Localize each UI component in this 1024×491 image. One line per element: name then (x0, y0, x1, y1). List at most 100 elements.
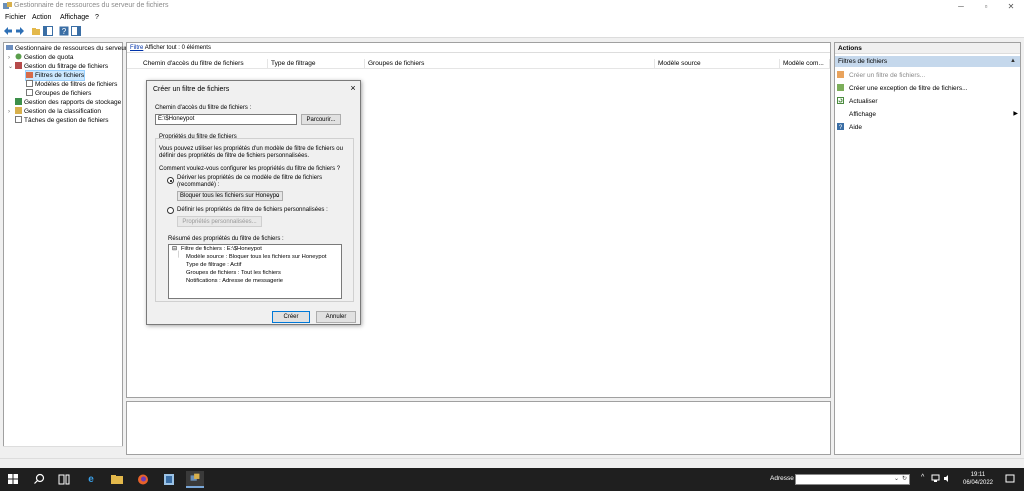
template-select[interactable]: Bloquer tous les fichiers sur Honeypo ⌄ (177, 191, 283, 201)
firefox-icon[interactable] (134, 471, 152, 488)
minimize-button[interactable]: ─ (950, 1, 972, 12)
filter-link[interactable]: Filtre (130, 45, 143, 51)
toolbar: ? (0, 24, 1024, 38)
actions-section-header[interactable]: Filtres de fichiers ▲ (835, 56, 1020, 67)
quota-icon (15, 53, 22, 60)
menu-affichage[interactable]: Affichage (60, 14, 89, 21)
console-tree: Gestionnaire de ressources du serveur › G… (3, 42, 127, 455)
status-bar (0, 458, 1024, 468)
menu-fichier[interactable]: Fichier (5, 14, 26, 21)
app-icon[interactable] (160, 471, 178, 488)
tree-item-file-groups[interactable]: Groupes de fichiers (26, 89, 91, 98)
tree-item-screen-templates[interactable]: Modèles de filtres de fichiers (26, 80, 117, 89)
derive-template-label-1: Dériver les propriétés de ce modèle de f… (177, 175, 323, 181)
dialog-title: Créer un filtre de fichiers (153, 86, 230, 93)
column-header-template-match[interactable]: Modèle com... (780, 59, 830, 69)
notifications-icon[interactable] (1005, 474, 1015, 484)
show-hidden-icons-icon[interactable]: ^ (921, 474, 924, 481)
back-icon[interactable] (3, 26, 13, 36)
task-view-icon[interactable] (55, 471, 73, 488)
search-icon[interactable] (30, 471, 48, 488)
app-icon (3, 2, 12, 9)
edge-icon[interactable]: e (82, 471, 100, 488)
custom-properties-button[interactable]: Propriétés personnalisées... (177, 216, 262, 227)
column-header-type[interactable]: Type de filtrage (268, 59, 365, 69)
summary-label: Résumé des propriétés du filtre de fichi… (168, 236, 284, 242)
action-create-screen[interactable]: Créer un filtre de fichiers... (837, 70, 925, 81)
tree-item-quota[interactable]: › Gestion de quota (8, 53, 74, 62)
maximize-button[interactable]: ▫ (975, 1, 997, 12)
close-window-button[interactable]: ✕ (1000, 1, 1022, 12)
tree-item-root[interactable]: Gestionnaire de ressources du serveur (6, 44, 127, 53)
volume-icon[interactable] (943, 474, 952, 483)
network-icon[interactable] (931, 474, 940, 483)
cancel-button[interactable]: Annuler (316, 311, 356, 323)
action-create-exception[interactable]: Créer une exception de filtre de fichier… (837, 83, 968, 94)
custom-properties-radio[interactable] (167, 207, 174, 214)
filter-bar: Filtre Afficher tout : 0 éléments (127, 43, 830, 53)
action-view[interactable]: Affichage ▶ (837, 109, 1020, 120)
window-title: Gestionnaire de ressources du serveur de… (14, 2, 169, 9)
view-icon (837, 110, 844, 117)
actions-header: Actions (835, 43, 1020, 54)
report-icon (15, 98, 22, 105)
create-button[interactable]: Créer (272, 311, 310, 323)
column-headers: Chemin d'accès du filtre de fichiers Typ… (127, 59, 830, 69)
svg-text:?: ? (62, 27, 67, 36)
refresh-icon (837, 97, 844, 104)
column-header-path[interactable]: Chemin d'accès du filtre de fichiers (140, 59, 268, 69)
collapse-section-icon[interactable]: ▲ (1010, 56, 1016, 67)
help-icon: ? (837, 123, 844, 130)
clock[interactable]: 19:11 06/04/2022 (958, 471, 998, 487)
show-hide-tree-icon[interactable] (43, 26, 53, 36)
menu-action[interactable]: Action (32, 14, 51, 21)
path-input[interactable]: E:\$Honeypot (155, 114, 297, 125)
up-folder-icon[interactable] (31, 26, 41, 36)
action-refresh[interactable]: Actualiser (837, 96, 878, 107)
summary-root: Filtre de fichiers : E:\$Honeypot (181, 246, 262, 252)
expand-icon[interactable]: › (8, 108, 15, 117)
clock-date: 06/04/2022 (962, 480, 994, 486)
configuration-question: Comment voulez-vous configurer les propr… (159, 166, 341, 172)
fsrm-taskbar-icon[interactable] (186, 471, 204, 488)
properties-description-2: définir des propriétés de filtre de fich… (159, 153, 310, 159)
start-icon[interactable] (4, 471, 22, 488)
collapse-icon[interactable]: ⌄ (8, 63, 15, 72)
menu-help[interactable]: ? (95, 14, 99, 21)
go-icon[interactable]: ↻ (902, 475, 907, 482)
show-hide-action-pane-icon[interactable] (71, 26, 81, 36)
tree-item-file-screens[interactable]: Filtres de fichiers (24, 70, 86, 81)
chevron-down-icon[interactable]: ⌄ (894, 475, 899, 482)
tree-item-tasks[interactable]: Tâches de gestion de fichiers (15, 116, 109, 125)
derive-template-radio[interactable] (167, 177, 174, 184)
browse-button[interactable]: Parcourir... (301, 114, 341, 125)
forward-icon[interactable] (15, 26, 25, 36)
properties-description-1: Vous pouvez utiliser les propriétés d'un… (159, 146, 343, 152)
file-group-icon (26, 89, 33, 96)
address-input[interactable]: ⌄ ↻ (795, 474, 910, 485)
filter-summary: Afficher tout : 0 éléments (144, 45, 211, 51)
summary-row: Modèle source : Bloquer tous les fichier… (186, 254, 327, 260)
tree-item-classification[interactable]: › Gestion de la classification (8, 107, 101, 116)
actions-pane: Actions Filtres de fichiers ▲ Créer un f… (834, 42, 1021, 455)
template-icon (26, 80, 33, 87)
tree-item-screening[interactable]: ⌄ Gestion du filtrage de fichiers (8, 62, 108, 71)
action-help[interactable]: ? Aide (837, 122, 862, 133)
tree-horizontal-scrollbar[interactable] (3, 446, 123, 455)
taskbar: e Adresse ⌄ ↻ ^ 19:11 06/04/2022 (0, 468, 1024, 491)
dialog-close-icon[interactable]: × (347, 83, 359, 94)
new-screen-icon (837, 71, 844, 78)
description-pane (126, 401, 831, 455)
clock-time: 19:11 (970, 472, 986, 478)
file-explorer-icon[interactable] (108, 471, 126, 488)
exception-icon (837, 84, 844, 91)
summary-tree[interactable]: ⊟ Filtre de fichiers : E:\$Honeypot │ Mo… (168, 244, 342, 299)
create-file-screen-dialog: Créer un filtre de fichiers × Chemin d'a… (146, 80, 361, 325)
column-header-groups[interactable]: Groupes de fichiers (365, 59, 655, 69)
submenu-arrow-icon: ▶ (1013, 111, 1018, 117)
menu-bar: Fichier Action Affichage ? (0, 13, 1024, 24)
help-icon[interactable]: ? (59, 26, 69, 36)
filter-icon (15, 62, 22, 69)
column-header-source-template[interactable]: Modèle source (655, 59, 780, 69)
tree-item-reports[interactable]: Gestion des rapports de stockage (15, 98, 121, 107)
